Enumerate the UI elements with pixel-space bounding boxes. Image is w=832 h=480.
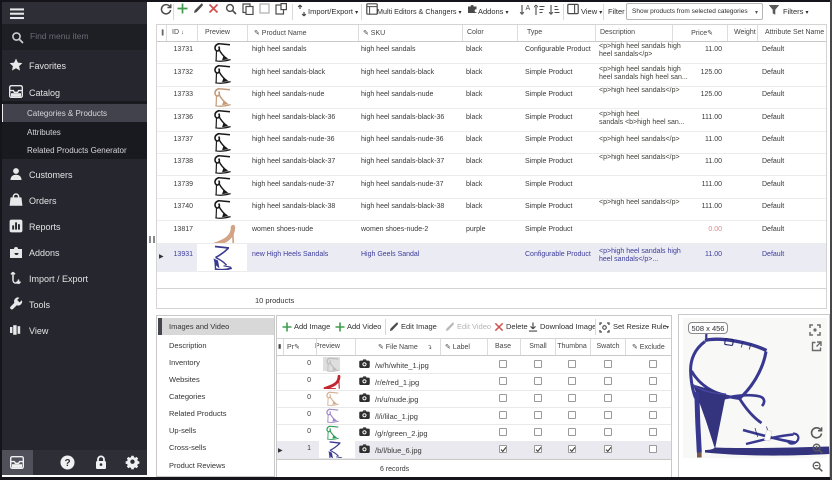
svg-text:?: ? <box>64 458 70 469</box>
svg-text:A: A <box>526 5 531 12</box>
